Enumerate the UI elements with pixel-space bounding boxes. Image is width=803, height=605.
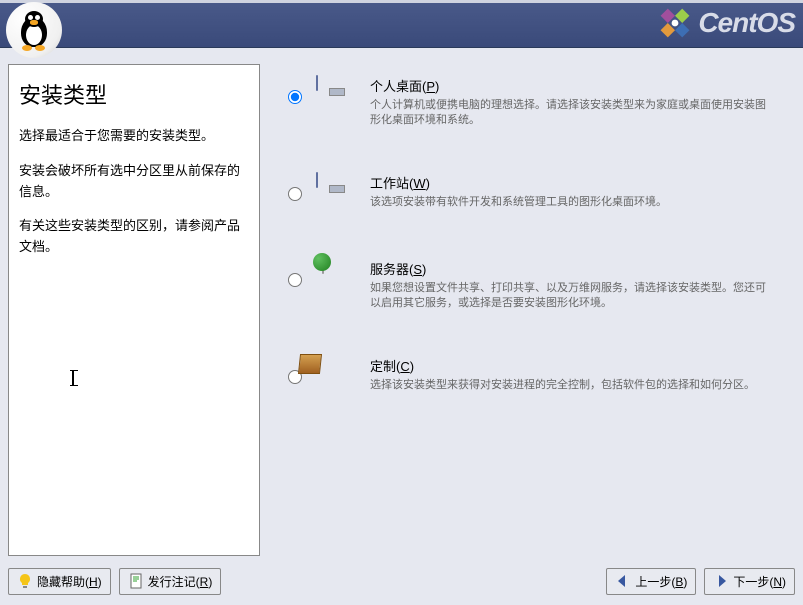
option-server[interactable]: 服务器(S) 如果您想设置文件共享、打印共享、以及万维网服务，请选择该安装类型。… [276, 259, 795, 312]
option-title: 服务器(S) [370, 259, 775, 278]
centos-text: CentOS [698, 7, 795, 39]
lightbulb-icon [17, 573, 33, 589]
help-para-2: 安装会破坏所有选中分区里从前保存的信息。 [19, 161, 249, 203]
release-notes-button[interactable]: 发行注记(R) [119, 568, 222, 595]
option-title: 工作站(W) [370, 173, 775, 192]
option-desc: 选择该安装类型来获得对安装进程的完全控制，包括软件包的选择和如何分区。 [370, 378, 775, 393]
custom-icon [316, 356, 358, 398]
arrow-left-icon [615, 573, 631, 589]
linux-penguin-logo [6, 2, 62, 58]
arrow-right-icon [713, 573, 729, 589]
option-title: 个人桌面(P) [370, 76, 775, 95]
option-desc: 该选项安装带有软件开发和系统管理工具的图形化桌面环境。 [370, 195, 775, 210]
help-para-3: 有关这些安装类型的区别，请参阅产品文档。 [19, 216, 249, 258]
option-title: 定制(C) [370, 356, 775, 375]
help-title: 安装类型 [19, 79, 249, 112]
document-icon [128, 573, 144, 589]
back-button[interactable]: 上一步(B) [606, 568, 696, 595]
workstation-icon [316, 173, 358, 215]
option-custom[interactable]: 定制(C) 选择该安装类型来获得对安装进程的完全控制，包括软件包的选择和如何分区… [276, 356, 795, 398]
option-workstation[interactable]: 工作站(W) 该选项安装带有软件开发和系统管理工具的图形化桌面环境。 [276, 173, 795, 215]
radio-workstation[interactable] [288, 187, 302, 201]
next-button[interactable]: 下一步(N) [704, 568, 795, 595]
centos-brand: CentOS [658, 6, 795, 40]
text-cursor [72, 370, 74, 386]
hide-help-button[interactable]: 隐藏帮助(H) [8, 568, 111, 595]
option-desc: 个人计算机或便携电脑的理想选择。请选择该安装类型来为家庭或桌面使用安装图形化桌面… [370, 98, 775, 129]
radio-personal-desktop[interactable] [288, 90, 302, 104]
server-icon [316, 259, 358, 301]
header-bar: CentOS [0, 0, 803, 48]
personal-desktop-icon [316, 76, 358, 118]
radio-server[interactable] [288, 273, 302, 287]
option-personal-desktop[interactable]: 个人桌面(P) 个人计算机或便携电脑的理想选择。请选择该安装类型来为家庭或桌面使… [276, 76, 795, 129]
install-type-options: 个人桌面(P) 个人计算机或便携电脑的理想选择。请选择该安装类型来为家庭或桌面使… [276, 64, 795, 556]
help-panel: 安装类型 选择最适合于您需要的安装类型。 安装会破坏所有选中分区里从前保存的信息… [8, 64, 260, 556]
help-para-1: 选择最适合于您需要的安装类型。 [19, 126, 249, 147]
centos-logo-icon [658, 6, 692, 40]
option-desc: 如果您想设置文件共享、打印共享、以及万维网服务，请选择该安装类型。您还可以启用其… [370, 281, 775, 312]
footer-bar: 隐藏帮助(H) 发行注记(R) 上一步(B) 下一步(N) [0, 564, 803, 598]
